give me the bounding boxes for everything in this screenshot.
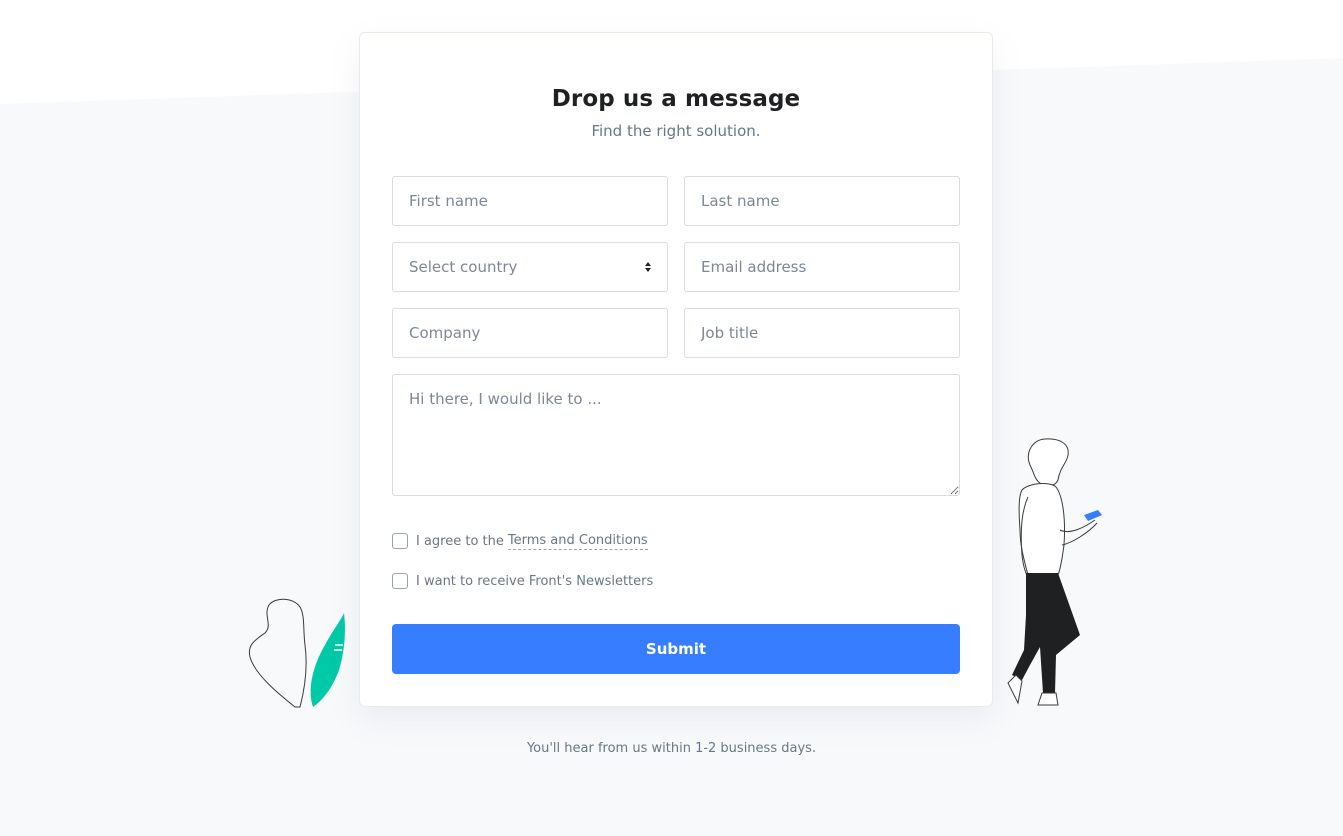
submit-button[interactable]: Submit (392, 624, 960, 674)
response-time-note: You'll hear from us within 1-2 business … (526, 741, 817, 756)
newsletter-label: I want to receive Front's Newsletters (416, 573, 654, 589)
terms-link[interactable]: Terms and Conditions (507, 533, 648, 550)
terms-label: I agree to the (416, 533, 504, 549)
newsletter-checkbox-row: I want to receive Front's Newsletters (392, 572, 653, 590)
country-select-value: Select country (409, 258, 518, 276)
job-title-input[interactable] (684, 308, 960, 358)
terms-checkbox[interactable] (392, 533, 408, 549)
form-subtitle: Find the right solution. (591, 122, 761, 140)
company-input[interactable] (392, 308, 668, 358)
select-arrows-icon (645, 262, 651, 272)
newsletter-checkbox[interactable] (392, 573, 408, 589)
first-name-input[interactable] (392, 176, 668, 226)
message-textarea[interactable] (392, 374, 960, 496)
person-with-phone-illustration (1007, 438, 1102, 706)
form-title: Drop us a message (551, 86, 801, 112)
plant-illustration (248, 598, 345, 708)
email-input[interactable] (684, 242, 960, 292)
contact-form-card: Drop us a message Find the right solutio… (359, 32, 993, 707)
country-select[interactable]: Select country (392, 242, 668, 292)
last-name-input[interactable] (684, 176, 960, 226)
terms-checkbox-row: I agree to the Terms and Conditions (392, 532, 648, 550)
